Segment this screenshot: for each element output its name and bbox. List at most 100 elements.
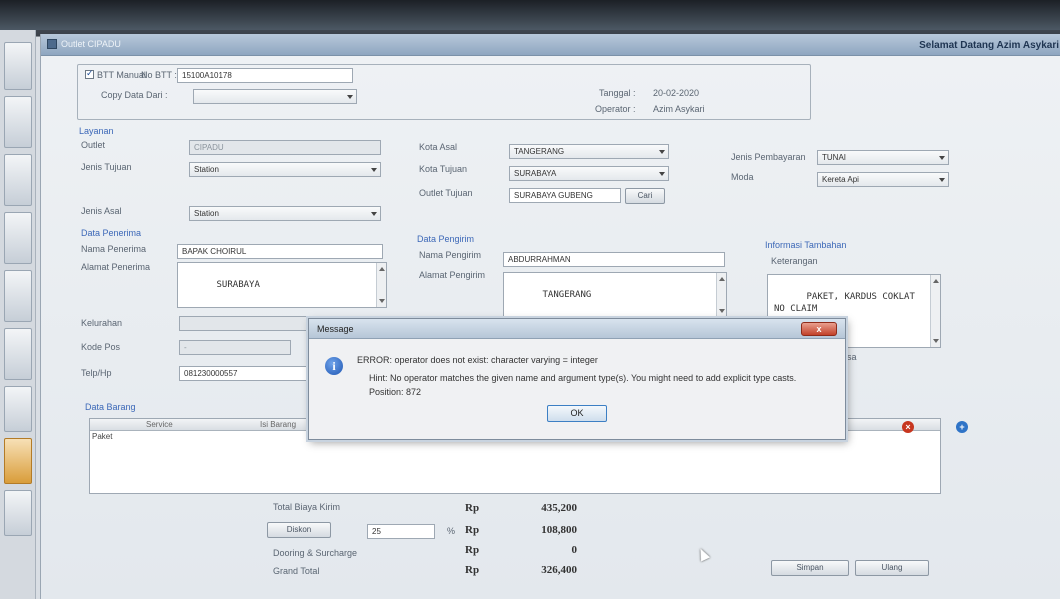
chevron-down-icon	[939, 156, 945, 160]
dialog-title: Message	[317, 324, 354, 334]
kota-asal-combo[interactable]: TANGERANG	[509, 144, 669, 159]
telp-label: Telp/Hp	[81, 368, 112, 378]
alamat-pengirim-area[interactable]: TANGERANG	[503, 272, 727, 318]
close-icon[interactable]: x	[801, 322, 837, 336]
jenis-pembayaran-label: Jenis Pembayaran	[731, 152, 806, 162]
cari-button[interactable]: Cari	[625, 188, 665, 204]
nama-pengirim-label: Nama Pengirim	[419, 250, 482, 260]
remove-row-icon[interactable]: ×	[902, 421, 914, 433]
ok-button[interactable]: OK	[547, 405, 607, 422]
layanan-section: Layanan	[79, 126, 114, 136]
kota-tujuan-combo[interactable]: SURABAYA	[509, 166, 669, 181]
moda-value: Kereta Api	[822, 175, 859, 184]
table-cell-service: Paket	[92, 432, 113, 441]
rail-button-active[interactable]	[4, 438, 32, 484]
rail-button-1[interactable]	[4, 42, 32, 90]
alamat-pengirim-label: Alamat Pengirim	[419, 270, 486, 280]
no-btt-label: No BTT :	[141, 70, 177, 80]
informasi-tambahan-section: Informasi Tambahan	[765, 240, 847, 250]
simpan-button[interactable]: Simpan	[771, 560, 849, 576]
kota-asal-label: Kota Asal	[419, 142, 458, 152]
left-rail	[0, 30, 36, 599]
keterangan-label: Keterangan	[771, 256, 818, 266]
rail-button-8[interactable]	[4, 490, 32, 536]
moda-combo[interactable]: Kereta Api	[817, 172, 949, 187]
nama-pengirim-field[interactable]: ABDURRAHMAN	[503, 252, 725, 267]
diskon-button[interactable]: Diskon	[267, 522, 331, 538]
welcome-text: Selamat Datang Azim Asykari	[919, 40, 1059, 51]
kelurahan-label: Kelurahan	[81, 318, 123, 328]
rail-button-4[interactable]	[4, 212, 32, 264]
diskon-percent-field[interactable]: 25	[367, 524, 435, 539]
alamat-pengirim-scrollbar[interactable]	[716, 273, 726, 317]
window-titlebar: Outlet CIPADU Selamat Datang Azim Asykar…	[41, 34, 1060, 56]
error-hint: Hint: No operator matches the given name…	[369, 373, 797, 383]
btt-manual-checkbox[interactable]	[85, 68, 94, 79]
error-message: ERROR: operator does not exist: characte…	[357, 355, 598, 365]
partial-label: isa	[845, 352, 857, 362]
tanggal-value: 20-02-2020	[653, 88, 700, 98]
rail-button-2[interactable]	[4, 96, 32, 148]
jenis-pembayaran-combo[interactable]: TUNAI	[817, 150, 949, 165]
kota-tujuan-label: Kota Tujuan	[419, 164, 468, 174]
jenis-tujuan-label: Jenis Tujuan	[81, 162, 132, 172]
info-icon: i	[325, 357, 343, 375]
app-icon	[47, 39, 57, 49]
column-service: Service	[146, 420, 173, 429]
keterangan-scrollbar[interactable]	[930, 275, 940, 347]
alamat-penerima-scrollbar[interactable]	[376, 263, 386, 307]
chevron-down-icon	[371, 168, 377, 172]
diskon-value: 108,800	[541, 524, 577, 536]
data-penerima-section: Data Penerima	[81, 228, 142, 238]
outlet-tujuan-label: Outlet Tujuan	[419, 188, 473, 198]
currency-dooring: Rp	[465, 544, 480, 556]
data-barang-section: Data Barang	[85, 402, 136, 412]
alamat-penerima-label: Alamat Penerima	[81, 262, 151, 272]
nama-penerima-label: Nama Penerima	[81, 244, 147, 254]
currency-diskon: Rp	[465, 524, 480, 536]
column-isi-barang: Isi Barang	[260, 420, 297, 429]
rail-button-3[interactable]	[4, 154, 32, 206]
ulang-button[interactable]: Ulang	[855, 560, 929, 576]
copy-data-combo[interactable]	[193, 89, 357, 104]
tanggal-label: Tanggal :	[599, 88, 636, 98]
jenis-tujuan-combo[interactable]: Station	[189, 162, 381, 177]
add-row-icon[interactable]: +	[956, 421, 968, 433]
total-biaya-value: 435,200	[541, 502, 577, 514]
data-pengirim-section: Data Pengirim	[417, 234, 475, 244]
chevron-down-icon	[659, 150, 665, 154]
alamat-penerima-area[interactable]: SURABAYA	[177, 262, 387, 308]
grand-total-value: 326,400	[541, 564, 577, 576]
kelurahan-field[interactable]	[179, 316, 319, 331]
jenis-asal-value: Station	[194, 209, 219, 218]
rail-button-5[interactable]	[4, 270, 32, 322]
no-btt-field[interactable]: 15100A10178	[177, 68, 353, 83]
currency-total-biaya: Rp	[465, 502, 480, 514]
alamat-pengirim-value: TANGERANG	[542, 290, 592, 300]
percent-sign: %	[447, 526, 456, 536]
rail-button-7[interactable]	[4, 386, 32, 432]
kode-pos-label: Kode Pos	[81, 342, 121, 352]
outlet-tujuan-field[interactable]: SURABAYA GUBENG	[509, 188, 621, 203]
chevron-down-icon	[371, 212, 377, 216]
currency-grand-total: Rp	[465, 564, 480, 576]
screen-top-bar	[0, 0, 1060, 30]
telp-field[interactable]: 081230000557	[179, 366, 309, 381]
rail-button-6[interactable]	[4, 328, 32, 380]
copy-data-label: Copy Data Dari :	[101, 90, 168, 100]
outlet-label: Outlet	[81, 140, 106, 150]
kota-tujuan-value: SURABAYA	[514, 169, 557, 178]
chevron-down-icon	[347, 95, 353, 99]
dialog-titlebar: Message x	[309, 319, 845, 339]
chevron-down-icon	[939, 178, 945, 182]
nama-penerima-field[interactable]: BAPAK CHOIRUL	[177, 244, 383, 259]
jenis-tujuan-value: Station	[194, 165, 219, 174]
alamat-penerima-value: SURABAYA	[216, 280, 260, 290]
main-window: Outlet CIPADU Selamat Datang Azim Asykar…	[40, 34, 1060, 599]
btt-manual-label: BTT Manual	[97, 70, 146, 80]
jenis-asal-combo[interactable]: Station	[189, 206, 381, 221]
message-dialog: Message x i ERROR: operator does not exi…	[308, 318, 846, 440]
kode-pos-field[interactable]: -	[179, 340, 291, 355]
outlet-field: CIPADU	[189, 140, 381, 155]
operator-label: Operator :	[595, 104, 636, 114]
